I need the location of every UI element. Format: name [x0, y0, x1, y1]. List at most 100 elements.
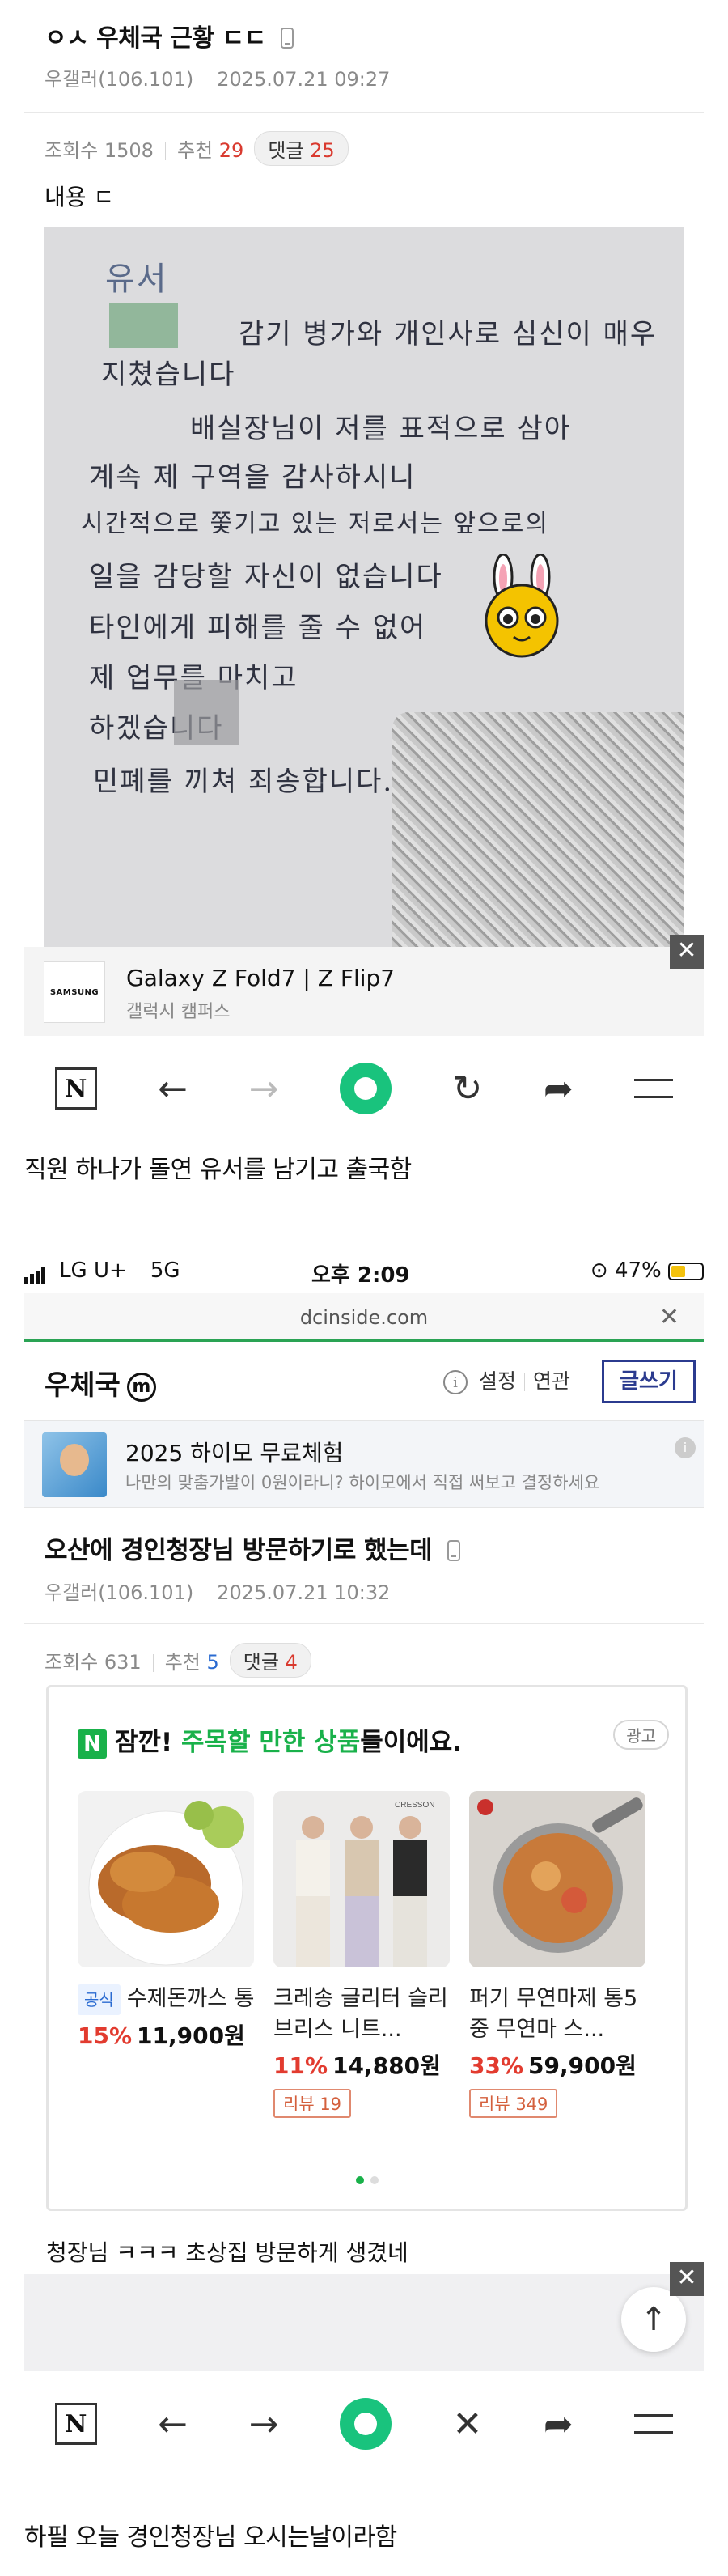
letter-line: 시간적으로 쫓기고 있는 저로서는 앞으로의: [81, 510, 549, 538]
ad-banner[interactable]: SAMSUNG Galaxy Z Fold7 | Z Flip7 갤럭시 캠퍼스: [24, 947, 704, 1036]
headline-post: 들이에요.: [360, 1728, 463, 1757]
ad-tag: 광고: [613, 1720, 669, 1750]
naver-home-button[interactable]: N: [54, 2403, 97, 2445]
status-bar: LG U+ 5G 오후 2:09 ⊙ 47%: [24, 1258, 704, 1291]
back-button[interactable]: ←: [158, 2404, 188, 2445]
banner-title[interactable]: 2025 하이모 무료체험: [125, 1436, 343, 1468]
close-tab-button[interactable]: ✕: [453, 2404, 483, 2445]
menu-icon[interactable]: [634, 1079, 674, 1098]
product-item[interactable]: CRESSON 크레송 글리터 슬리브리스 니트... 11% 14,880원 리…: [273, 1791, 450, 2118]
ad-info-icon[interactable]: i: [675, 1437, 696, 1458]
product-image[interactable]: [469, 1791, 645, 1967]
letter-line: 배실장님이 저를 표적으로 삼아: [190, 413, 572, 445]
recommend-label: 추천: [176, 139, 214, 162]
post-meta: 우갤러(106.101) 2025.07.21 09:27: [44, 63, 390, 91]
letter-line: 계속 제 구역을 감사하시니: [89, 461, 417, 494]
product-name[interactable]: 공식수제돈까스 통카스 경양식 ...: [78, 1984, 254, 2015]
price: 59,900원: [528, 2052, 637, 2079]
letter-line: 일을 감당할 자신이 없습니다: [89, 561, 443, 593]
product-image[interactable]: [78, 1791, 254, 1967]
product-name[interactable]: 크레송 글리터 슬리브리스 니트...: [273, 1984, 450, 2045]
product-ad-card: N 잠깐! 주목할 만한 상품들이에요. 광고 공식수제돈까스 통카스 경양식 .…: [46, 1685, 688, 2211]
blurred-area: [109, 303, 178, 348]
carousel-dot[interactable]: [355, 2176, 364, 2184]
product-name-text: 수제돈까스 통카스 경양식 ...: [126, 1986, 254, 2011]
url-bar[interactable]: dcinside.com ✕: [24, 1293, 704, 1342]
post-title: ㅇㅅ 우체국 근황 ㄷㄷ: [44, 18, 294, 53]
reload-button[interactable]: ↻: [453, 1068, 483, 1110]
gallery-name: 우체국: [44, 1369, 121, 1402]
blurred-area: [174, 680, 239, 745]
product-image[interactable]: CRESSON: [273, 1791, 450, 1967]
recommend-count: 29: [218, 139, 244, 162]
green-dot-button[interactable]: [340, 1063, 392, 1114]
naver-home-button[interactable]: N: [54, 1067, 97, 1110]
product-item[interactable]: 퍼기 무연마제 통5중 무연마 스... 33% 59,900원 리뷰 349: [469, 1791, 645, 2118]
battery-status: ⊙ 47%: [590, 1258, 704, 1283]
recommend-count: 5: [206, 1651, 219, 1674]
battery-percent: 47%: [614, 1258, 662, 1283]
info-icon[interactable]: i: [443, 1370, 468, 1394]
post-body-2: 청장님 ㅋㅋㅋ 초상집 방문하게 생겼네: [46, 2239, 408, 2266]
comment-button[interactable]: 댓글 25: [254, 131, 349, 166]
review-badge: 리뷰 19: [273, 2089, 352, 2118]
letter-line: 지쳤습니다: [101, 359, 236, 391]
discount: 11%: [273, 2052, 328, 2079]
menu-icon[interactable]: [634, 2414, 674, 2434]
headline-highlight: 주목할 만한 상품: [180, 1728, 361, 1757]
granite-surface: [392, 712, 684, 947]
product-item[interactable]: 공식수제돈까스 통카스 경양식 ... 15%11,900원: [78, 1791, 254, 2051]
battery-icon: [668, 1262, 704, 1280]
bunny-sticker-icon: [485, 554, 559, 658]
green-dot-button[interactable]: [340, 2398, 392, 2450]
ad-title[interactable]: Galaxy Z Fold7 | Z Flip7: [126, 965, 395, 991]
caption-1: 직원 하나가 돌연 유서를 남기고 출국함: [24, 1156, 412, 1184]
related-link[interactable]: 연관: [533, 1369, 570, 1393]
naver-n-badge: N: [78, 1729, 107, 1759]
write-button[interactable]: 글쓰기: [602, 1360, 696, 1403]
author[interactable]: 우갤러(106.101): [44, 1581, 193, 1604]
ad-close-button[interactable]: ✕: [670, 2262, 704, 2296]
comment-count: 25: [310, 139, 335, 162]
caption-2: 하필 오늘 경인청장님 오시는날이라함: [24, 2523, 397, 2552]
share-button[interactable]: ➦: [544, 2404, 574, 2445]
datetime: 2025.07.21 10:32: [217, 1581, 391, 1604]
divider: [24, 1623, 704, 1624]
ad-close-button[interactable]: ✕: [670, 935, 704, 969]
carousel-dot[interactable]: [370, 2176, 379, 2184]
author[interactable]: 우갤러(106.101): [44, 68, 193, 91]
clock: 오후 2:09: [311, 1263, 410, 1288]
url-text: dcinside.com: [299, 1306, 429, 1329]
headline-pre: 잠깐!: [115, 1728, 181, 1757]
share-button[interactable]: ➦: [544, 1068, 574, 1110]
datetime: 2025.07.21 09:27: [217, 68, 391, 91]
post-stats-2: 조회수 631 추천 5 댓글 4: [44, 1643, 311, 1678]
discount: 15%: [78, 2022, 133, 2049]
post-title-text: 오산에 경인청장님 방문하기로 했는데: [44, 1536, 433, 1565]
browser-toolbar: N ← → ✕ ➦: [24, 2379, 704, 2468]
back-button[interactable]: ←: [158, 1068, 188, 1110]
scroll-top-button[interactable]: ↑: [621, 2287, 686, 2352]
product-name[interactable]: 퍼기 무연마제 통5중 무연마 스...: [469, 1984, 645, 2045]
letter-line: 타인에게 피해를 줄 수 없어: [89, 612, 427, 644]
post-title-text: ㅇㅅ 우체국 근황 ㄷㄷ: [44, 24, 266, 53]
view-count: 조회수 631: [44, 1651, 142, 1674]
forward-button[interactable]: →: [249, 2404, 279, 2445]
mobile-icon: [447, 1540, 460, 1561]
close-icon[interactable]: ✕: [659, 1293, 679, 1342]
carousel-dots[interactable]: [49, 2172, 685, 2188]
settings-link[interactable]: 설정: [479, 1369, 516, 1393]
gallery-actions: i 설정 연관: [443, 1365, 570, 1394]
post-body: 내용 ㄷ: [44, 184, 115, 210]
card-headline: N 잠깐! 주목할 만한 상품들이에요.: [78, 1721, 462, 1759]
banner-image: [42, 1432, 107, 1497]
comment-button[interactable]: 댓글 4: [229, 1643, 311, 1678]
ad-banner-himo[interactable]: 2025 하이모 무료체험 나만의 맞춤가발이 0원이라니? 하이모에서 직접 …: [24, 1420, 704, 1508]
ad-subtitle: 갤럭시 캠퍼스: [126, 1002, 231, 1022]
gallery-title[interactable]: 우체국 m: [44, 1363, 156, 1403]
banner-subtitle: 나만의 맞춤가발이 0원이라니? 하이모에서 직접 써보고 결정하세요: [125, 1473, 600, 1492]
browser-toolbar: N ← → ↻ ➦: [24, 1044, 704, 1133]
recommend-label: 추천: [164, 1651, 201, 1674]
forward-button[interactable]: →: [249, 1068, 279, 1110]
comment-label: 댓글: [268, 139, 304, 162]
